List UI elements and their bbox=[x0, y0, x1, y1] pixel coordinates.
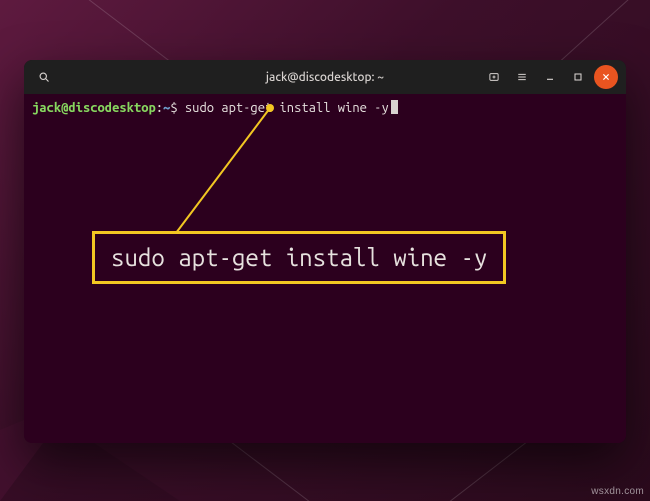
prompt-user-host: jack@discodesktop bbox=[32, 101, 156, 115]
callout-text: sudo apt-get install wine -y bbox=[111, 244, 487, 271]
prompt-symbol: $ bbox=[170, 101, 177, 115]
minimize-button[interactable] bbox=[538, 65, 562, 89]
prompt-colon: : bbox=[156, 101, 163, 115]
new-tab-button[interactable] bbox=[482, 65, 506, 89]
maximize-button[interactable] bbox=[566, 65, 590, 89]
watermark: wsxdn.com bbox=[591, 486, 644, 497]
close-button[interactable] bbox=[594, 65, 618, 89]
hamburger-icon bbox=[516, 71, 528, 83]
command-text: sudo apt-get install wine -y bbox=[185, 101, 389, 115]
hamburger-menu-button[interactable] bbox=[510, 65, 534, 89]
callout-box: sudo apt-get install wine -y bbox=[92, 231, 506, 284]
titlebar: jack@discodesktop: ~ bbox=[24, 60, 626, 94]
search-icon bbox=[38, 71, 50, 83]
search-button[interactable] bbox=[32, 65, 56, 89]
maximize-icon bbox=[572, 71, 584, 83]
new-tab-icon bbox=[488, 71, 500, 83]
minimize-icon bbox=[544, 71, 556, 83]
terminal-cursor bbox=[391, 100, 398, 114]
close-icon bbox=[600, 71, 612, 83]
